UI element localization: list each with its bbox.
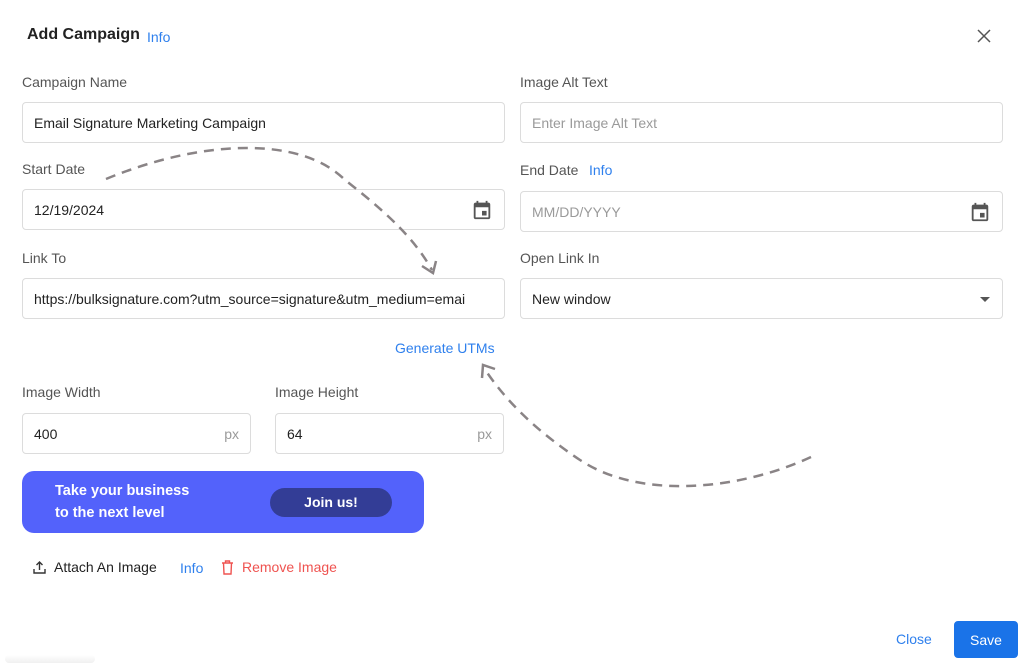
remove-image-button[interactable]: Remove Image: [221, 559, 337, 575]
title-info-link[interactable]: Info: [147, 29, 170, 45]
end-date-input[interactable]: MM/DD/YYYY: [520, 191, 1003, 232]
campaign-name-label: Campaign Name: [22, 74, 128, 90]
attach-info-link[interactable]: Info: [180, 560, 203, 576]
open-link-in-value: New window: [532, 290, 611, 307]
start-date-input[interactable]: 12/19/2024: [22, 189, 505, 230]
link-to-label: Link To: [22, 250, 67, 266]
image-height-unit: px: [477, 425, 492, 442]
link-to-value: https://bulksignature.com?utm_source=sig…: [34, 290, 466, 307]
image-width-input[interactable]: 400 px: [22, 413, 251, 454]
open-link-in-label: Open Link In: [520, 250, 600, 266]
generate-utms-link[interactable]: Generate UTMs: [395, 340, 495, 356]
banner-join-button: Join us!: [270, 487, 392, 517]
upload-icon: [33, 560, 46, 574]
image-height-input[interactable]: 64 px: [275, 413, 504, 454]
attach-image-label: Attach An Image: [54, 559, 157, 575]
image-width-unit: px: [224, 425, 239, 442]
open-link-in-select[interactable]: New window: [520, 278, 1003, 319]
image-height-value: 64: [287, 425, 303, 442]
start-date-value: 12/19/2024: [34, 201, 105, 218]
calendar-icon[interactable]: [969, 201, 991, 223]
bottom-shadow: [5, 655, 95, 663]
banner-text: Take your business to the next level: [55, 480, 270, 524]
end-date-info-link[interactable]: Info: [589, 162, 612, 178]
end-date-label: End Date: [520, 162, 579, 178]
banner-line-1: Take your business: [55, 483, 190, 499]
end-date-placeholder: MM/DD/YYYY: [532, 203, 621, 220]
caret-down-icon: [979, 291, 991, 307]
image-alt-text-label: Image Alt Text: [520, 74, 608, 90]
save-button[interactable]: Save: [954, 621, 1018, 658]
close-icon[interactable]: [974, 26, 994, 46]
dialog-title: Add Campaign: [27, 26, 140, 43]
remove-image-label: Remove Image: [242, 559, 337, 575]
arrow-to-generate-utms: [482, 367, 812, 488]
image-alt-text-placeholder: Enter Image Alt Text: [532, 114, 658, 131]
attach-image-button[interactable]: Attach An Image: [33, 559, 157, 575]
banner-preview: Take your business to the next level Joi…: [22, 471, 424, 533]
link-to-input[interactable]: https://bulksignature.com?utm_source=sig…: [22, 278, 505, 319]
banner-line-2: to the next level: [55, 505, 165, 521]
campaign-name-input[interactable]: Email Signature Marketing Campaign: [22, 102, 505, 143]
image-width-value: 400: [34, 425, 58, 442]
start-date-label: Start Date: [22, 161, 86, 177]
arrow-head-generate-utms: [480, 363, 496, 379]
arrow-head-link-field: [421, 260, 438, 275]
campaign-name-value: Email Signature Marketing Campaign: [34, 114, 266, 131]
image-width-label: Image Width: [22, 384, 101, 400]
image-alt-text-input[interactable]: Enter Image Alt Text: [520, 102, 1003, 143]
image-height-label: Image Height: [275, 384, 359, 400]
calendar-icon[interactable]: [471, 199, 493, 221]
trash-icon: [222, 559, 233, 575]
close-button[interactable]: Close: [896, 631, 932, 647]
